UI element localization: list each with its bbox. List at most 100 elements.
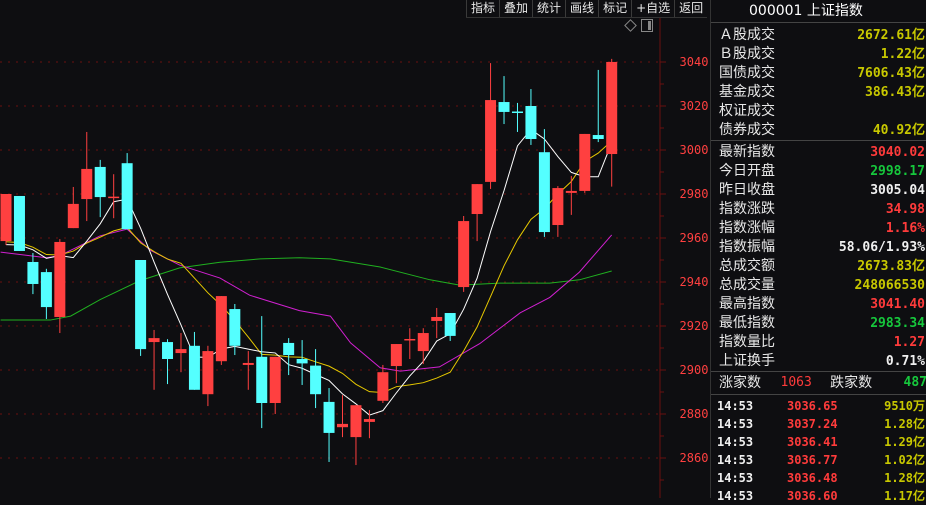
row-label: 最低指数 bbox=[719, 314, 775, 333]
candle-down[interactable] bbox=[41, 272, 52, 307]
trade-row: Ａ股成交2672.61亿 bbox=[711, 26, 926, 45]
tick-volume: 9510万 bbox=[867, 397, 925, 415]
row-value: 34.98 bbox=[886, 200, 925, 219]
candle-up[interactable] bbox=[552, 188, 563, 225]
row-value: 3041.40 bbox=[870, 295, 925, 314]
tick-row: 14:533036.771.02亿 bbox=[711, 451, 926, 469]
candle-down[interactable] bbox=[499, 102, 510, 112]
index-row: 指数量比1.27 bbox=[711, 333, 926, 352]
tick-volume: 1.28亿 bbox=[867, 469, 925, 487]
candle-down[interactable] bbox=[283, 343, 294, 355]
candle-up[interactable] bbox=[431, 317, 442, 321]
candle-up[interactable] bbox=[472, 184, 483, 214]
candles bbox=[1, 59, 618, 465]
candle-down[interactable] bbox=[189, 346, 200, 390]
candle-up[interactable] bbox=[337, 424, 348, 427]
candle-down[interactable] bbox=[229, 309, 240, 346]
candle-up[interactable] bbox=[1, 194, 12, 241]
row-value: 2998.17 bbox=[870, 162, 925, 181]
row-value: 0.71% bbox=[886, 352, 925, 371]
row-label: 最高指数 bbox=[719, 295, 775, 314]
candle-down[interactable] bbox=[593, 135, 604, 139]
row-value: 1.16% bbox=[886, 219, 925, 238]
candle-up[interactable] bbox=[404, 339, 415, 341]
candle-down[interactable] bbox=[14, 196, 25, 251]
candle-down[interactable] bbox=[27, 262, 38, 284]
indicator-button[interactable]: 指标 bbox=[466, 0, 499, 17]
diamond-icon[interactable] bbox=[624, 19, 637, 32]
candle-up[interactable] bbox=[149, 338, 160, 342]
candle-up[interactable] bbox=[485, 100, 496, 182]
price-tick-label: 2880 bbox=[680, 407, 709, 421]
gridlines bbox=[0, 62, 660, 458]
candle-up[interactable] bbox=[54, 242, 65, 317]
tick-list[interactable]: 14:533036.659510万14:533037.241.28亿14:533… bbox=[711, 395, 926, 505]
candle-up[interactable] bbox=[579, 134, 590, 191]
advance-decline-row: 涨家数 1063 跌家数 487 bbox=[711, 371, 926, 395]
price-tick-label: 2860 bbox=[680, 451, 709, 465]
candle-up[interactable] bbox=[364, 419, 375, 422]
tick-time: 14:53 bbox=[717, 397, 787, 415]
candle-down[interactable] bbox=[324, 402, 335, 433]
trade-row: 基金成交386.43亿 bbox=[711, 83, 926, 102]
row-value: 58.06/1.93% bbox=[839, 238, 925, 257]
candle-up[interactable] bbox=[216, 296, 227, 361]
draw-line-button[interactable]: 画线 bbox=[565, 0, 598, 17]
row-value: 386.43亿 bbox=[865, 83, 925, 102]
trade-row: 国债成交7606.43亿 bbox=[711, 64, 926, 83]
candle-up[interactable] bbox=[566, 191, 577, 193]
candle-up[interactable] bbox=[270, 357, 281, 403]
row-value: 3040.02 bbox=[870, 143, 925, 162]
candle-up[interactable] bbox=[81, 169, 92, 199]
candle-down[interactable] bbox=[445, 313, 456, 336]
index-row: 总成交额 2673.83亿 bbox=[711, 257, 926, 276]
trade-row: 债券成交40.92亿 bbox=[711, 121, 926, 140]
price-axis: 3040302030002980296029402920290028802860 bbox=[660, 55, 708, 480]
candle-down[interactable] bbox=[297, 359, 308, 363]
tick-price: 3036.65 bbox=[787, 397, 867, 415]
toggle-panel-icon[interactable] bbox=[641, 19, 653, 32]
candle-down[interactable] bbox=[310, 366, 321, 395]
candle-up[interactable] bbox=[202, 351, 213, 394]
overlay-button[interactable]: 叠加 bbox=[499, 0, 532, 17]
candle-down[interactable] bbox=[525, 106, 536, 139]
price-tick-label: 2900 bbox=[680, 363, 709, 377]
row-label: 指数振幅 bbox=[719, 238, 775, 257]
index-row: 今日开盘2998.17 bbox=[711, 162, 926, 181]
candle-up[interactable] bbox=[377, 372, 388, 401]
row-label: 总成交额 bbox=[719, 257, 775, 276]
row-label: 国债成交 bbox=[719, 64, 775, 83]
candle-down[interactable] bbox=[539, 152, 550, 232]
candlestick-chart[interactable]: 3040302030002980296029402920290028802860 bbox=[0, 0, 710, 498]
candle-up[interactable] bbox=[391, 344, 402, 366]
candle-up[interactable] bbox=[68, 204, 79, 228]
statistics-button[interactable]: 统计 bbox=[532, 0, 565, 17]
back-button[interactable]: 返回 bbox=[674, 0, 707, 17]
candle-down[interactable] bbox=[512, 112, 523, 114]
candle-down[interactable] bbox=[95, 167, 106, 197]
price-tick-label: 3040 bbox=[680, 55, 709, 69]
index-stats-section: 最新指数3040.02今日开盘2998.17昨日收盘3005.04指数涨跌34.… bbox=[711, 143, 926, 371]
row-value: 3005.04 bbox=[870, 181, 925, 200]
candle-up[interactable] bbox=[243, 363, 254, 365]
candle-up[interactable] bbox=[458, 221, 469, 287]
advance-label: 涨家数 bbox=[719, 372, 781, 394]
mark-button[interactable]: 标记 bbox=[598, 0, 631, 17]
candle-up[interactable] bbox=[175, 349, 186, 353]
candle-up[interactable] bbox=[108, 197, 119, 199]
row-value: 40.92亿 bbox=[873, 121, 925, 140]
index-row: 指数涨跌34.98 bbox=[711, 200, 926, 219]
candle-up[interactable] bbox=[606, 62, 617, 154]
row-value: 2673.83亿 bbox=[857, 257, 925, 276]
row-value: 248066530 bbox=[855, 276, 925, 295]
candle-up[interactable] bbox=[350, 405, 361, 437]
decline-count: 487 bbox=[904, 372, 926, 394]
candle-down[interactable] bbox=[122, 163, 133, 229]
candle-down[interactable] bbox=[256, 357, 267, 403]
candle-up[interactable] bbox=[418, 333, 429, 351]
candle-down[interactable] bbox=[162, 342, 173, 359]
candle-down[interactable] bbox=[135, 260, 146, 349]
row-label: 指数涨幅 bbox=[719, 219, 775, 238]
add-watchlist-button[interactable]: +自选 bbox=[631, 0, 674, 17]
row-label: Ｂ股成交 bbox=[719, 45, 775, 64]
